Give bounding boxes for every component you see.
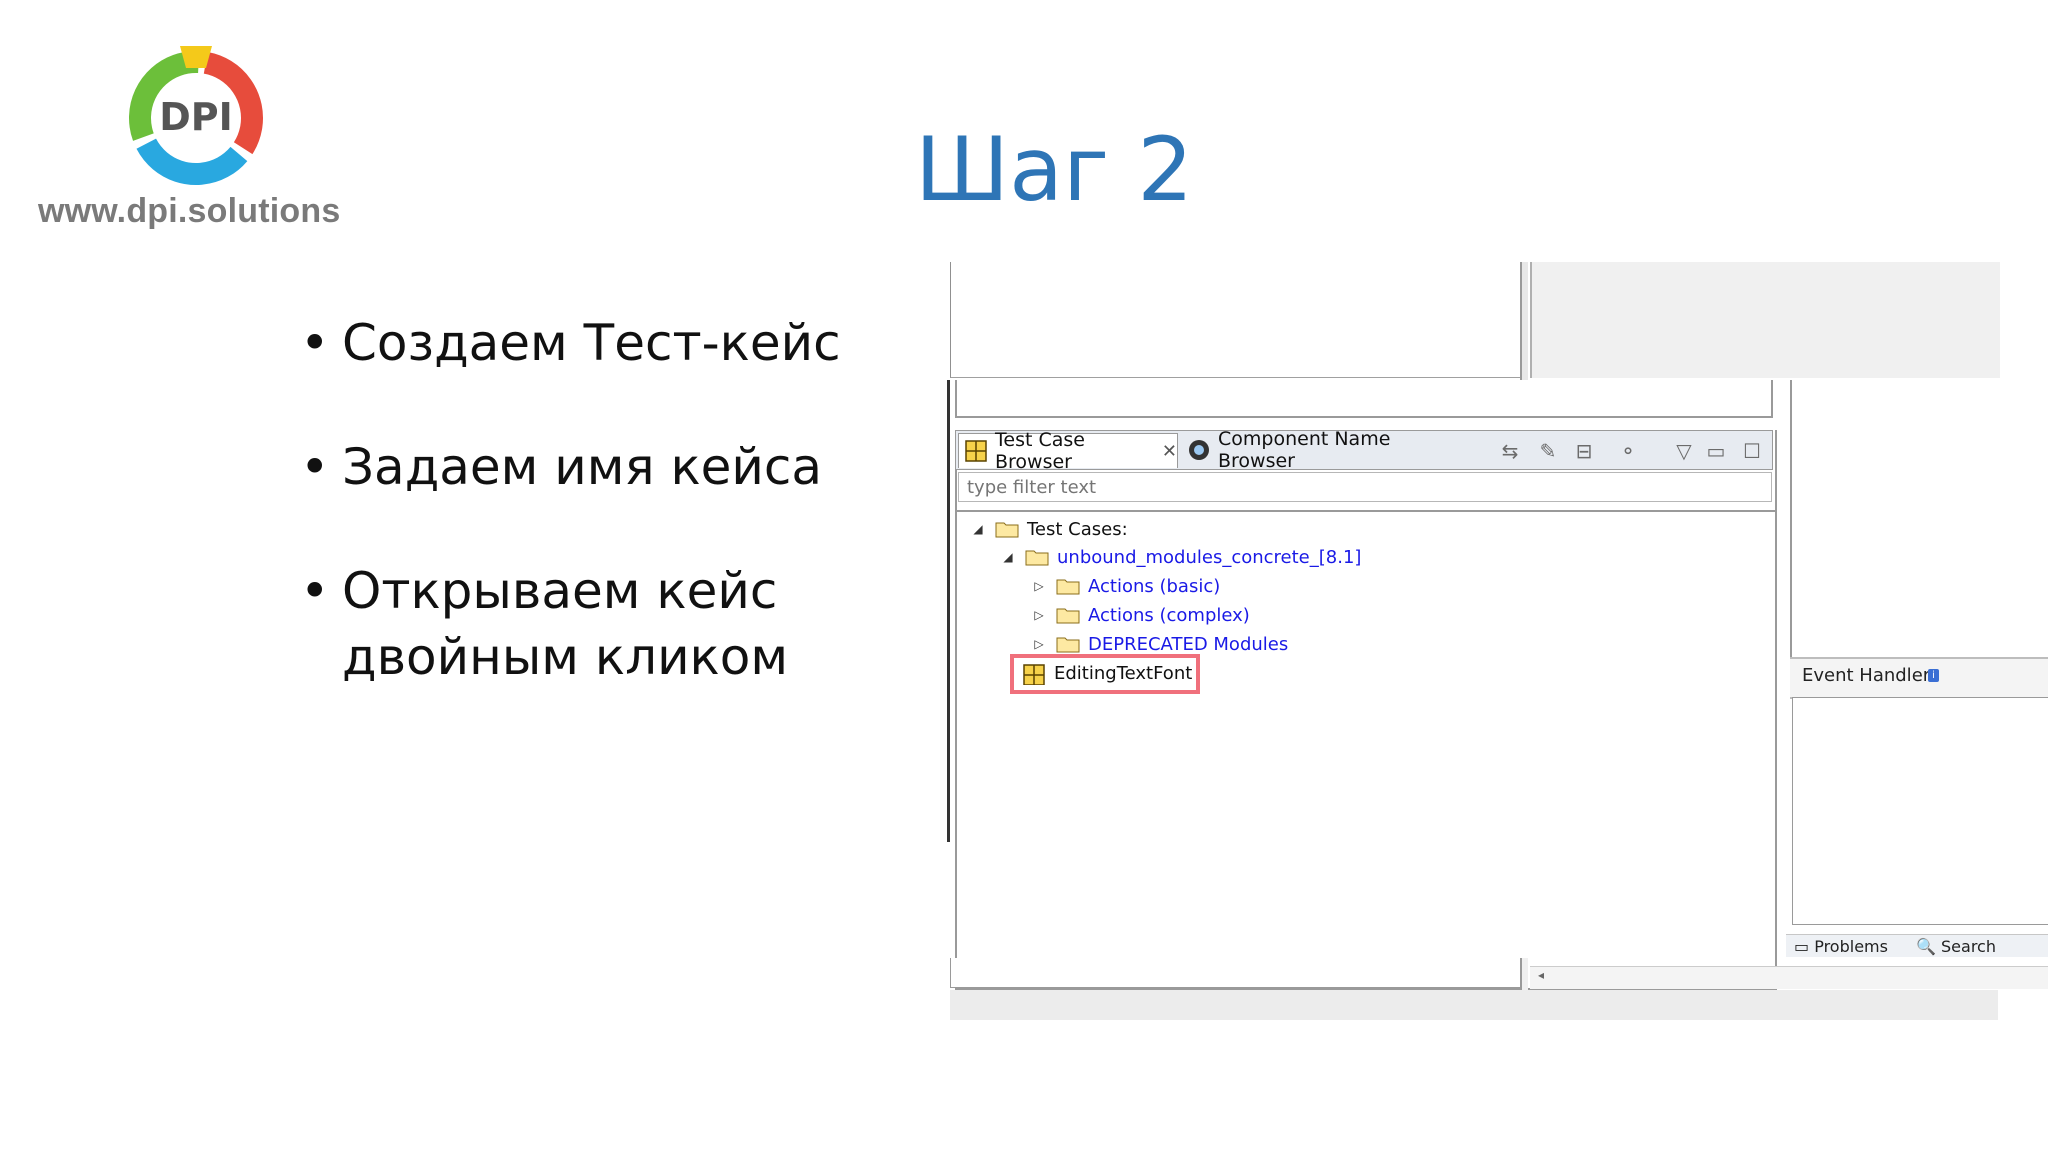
tab-bar: Test Case Browser ✕ Component Name Brows… bbox=[955, 428, 1773, 473]
logo-text: DPI bbox=[159, 95, 233, 139]
close-icon[interactable]: ✕ bbox=[1162, 441, 1177, 462]
horizontal-scrollbar[interactable] bbox=[1530, 966, 2048, 989]
expand-arrow-icon[interactable]: ◢ bbox=[1001, 550, 1015, 564]
info-icon[interactable]: i bbox=[1928, 669, 1939, 682]
collapse-all-icon[interactable]: ⊟ bbox=[1572, 439, 1596, 463]
filter-input[interactable] bbox=[965, 473, 1749, 501]
folder-icon bbox=[1056, 637, 1080, 653]
filter-field[interactable] bbox=[958, 472, 1772, 502]
ide-bottom-bar bbox=[950, 990, 1998, 1020]
folder-icon bbox=[1025, 550, 1049, 566]
tree-node-module[interactable]: ◢ unbound_modules_concrete_[8.1] bbox=[1001, 544, 1361, 570]
minimize-icon[interactable]: ▭ bbox=[1704, 439, 1728, 463]
event-handler-box bbox=[1792, 697, 2048, 925]
maximize-icon[interactable]: ☐ bbox=[1740, 439, 1764, 463]
ide-splitter[interactable] bbox=[1520, 262, 1528, 380]
expand-arrow-icon[interactable]: ◢ bbox=[971, 522, 985, 536]
bottom-tabs: ▭ Problems 🔍 Search bbox=[1786, 934, 2048, 957]
filter-icon[interactable]: ⚬ bbox=[1616, 439, 1640, 463]
collapse-arrow-icon[interactable]: ▷ bbox=[1032, 608, 1046, 622]
tab-search[interactable]: 🔍 Search bbox=[1916, 937, 1996, 956]
tree-node-actions-basic[interactable]: ▷ Actions (basic) bbox=[1032, 573, 1220, 599]
logo-url: www.dpi.solutions bbox=[38, 192, 341, 230]
ide-right-pane bbox=[1790, 380, 2048, 660]
ide-top-pane bbox=[950, 262, 1522, 378]
ide-left-edge bbox=[947, 380, 950, 842]
collapse-arrow-icon[interactable]: ▷ bbox=[1032, 637, 1046, 651]
tree-node-test-cases[interactable]: ◢ Test Cases: bbox=[971, 516, 1127, 542]
edit-pencil-icon[interactable]: ✎ bbox=[1536, 439, 1560, 463]
slide-title: Шаг 2 bbox=[915, 118, 1194, 221]
folder-icon bbox=[1056, 579, 1080, 595]
link-sync-icon[interactable]: ⇆ bbox=[1498, 439, 1522, 463]
ide-splitter-bottom[interactable] bbox=[1520, 958, 1528, 990]
tree-node-actions-complex[interactable]: ▷ Actions (complex) bbox=[1032, 602, 1249, 628]
tab-problems[interactable]: ▭ Problems bbox=[1794, 937, 1888, 956]
ide-bottom-pane bbox=[950, 958, 1522, 988]
view-menu-icon[interactable]: ▽ bbox=[1672, 439, 1696, 463]
test-case-grid-icon bbox=[965, 440, 987, 462]
folder-icon bbox=[1056, 608, 1080, 624]
bullet-create-test-case: • Создаем Тест-кейс bbox=[300, 314, 841, 372]
collapse-arrow-icon[interactable]: ▷ bbox=[1032, 579, 1046, 593]
ide-strip bbox=[955, 380, 1773, 418]
scroll-left-icon[interactable]: ◂ bbox=[1538, 968, 1544, 982]
ide-top-right-pane bbox=[1530, 262, 2000, 378]
selection-highlight bbox=[1010, 654, 1200, 694]
dpi-logo: DPI bbox=[129, 46, 263, 185]
test-case-tree: ◢ Test Cases: ◢ unbound_modules_concrete… bbox=[955, 510, 1775, 952]
event-handler-label: Event Handler: bbox=[1802, 665, 1936, 686]
bullet-set-case-name: • Задаем имя кейса bbox=[300, 438, 823, 496]
tab-test-case-browser[interactable]: Test Case Browser ✕ bbox=[958, 429, 1178, 473]
tab-component-name-browser[interactable]: Component Name Browser bbox=[1182, 428, 1414, 472]
bullet-open-case: • Открываем кейс двойным кликом bbox=[300, 562, 789, 686]
component-camera-icon bbox=[1189, 440, 1209, 460]
folder-icon bbox=[995, 522, 1019, 538]
